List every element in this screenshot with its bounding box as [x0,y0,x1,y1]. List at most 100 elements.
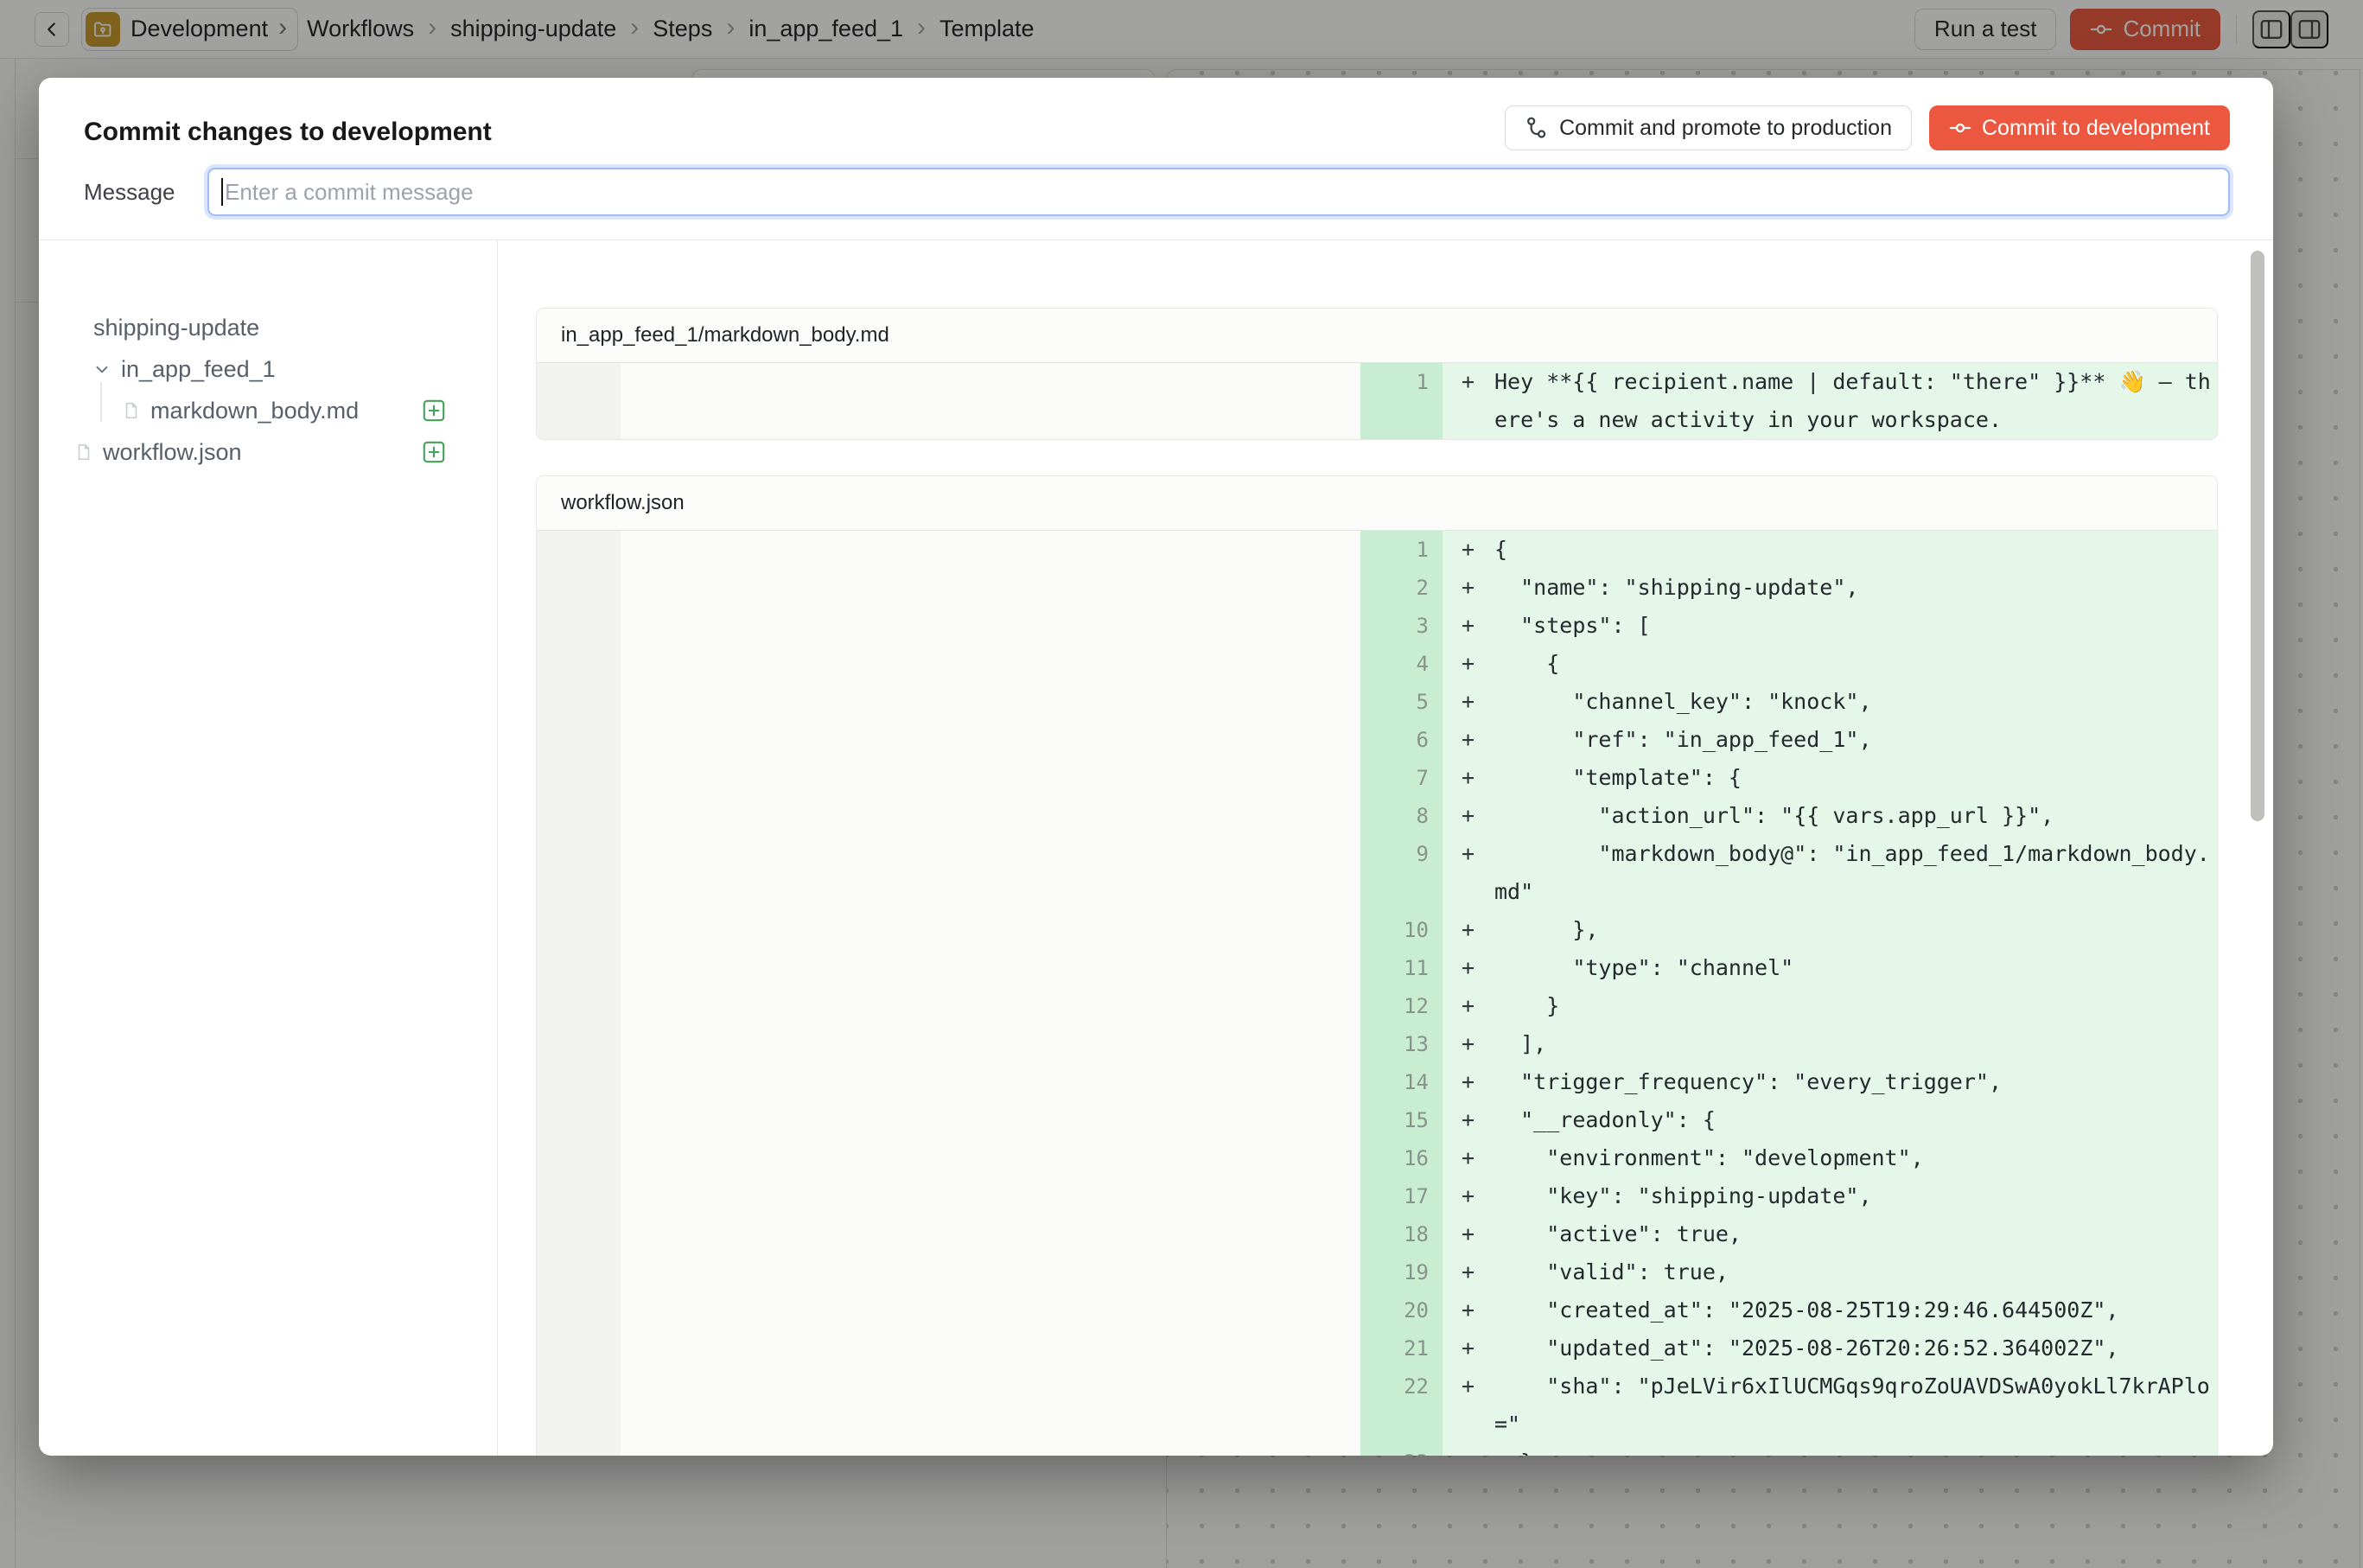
diff-line: 6+ "ref": "in_app_feed_1", [537,721,2217,759]
tree-file-label: workflow.json [103,439,242,466]
diff-new-content: + "name": "shipping-update", [1443,569,2218,607]
diff-added-sign: + [1443,1177,1494,1215]
diff-old-gutter [537,949,621,987]
diff-line-number: 21 [1360,1329,1443,1367]
diff-old-gutter [537,531,621,569]
diff-code-text: "channel_key": "knock", [1494,683,2218,721]
diff-old-content [621,987,1360,1025]
diff-new-content: + "ref": "in_app_feed_1", [1443,721,2218,759]
diff-added-sign: + [1443,721,1494,759]
diff-new-content: + "trigger_frequency": "every_trigger", [1443,1063,2218,1101]
commit-and-promote-button[interactable]: Commit and promote to production [1505,105,1912,150]
diff-added-sign: + [1443,1291,1494,1329]
diff-filename: in_app_feed_1/markdown_body.md [537,309,2217,363]
diff-added-sign: + [1443,1215,1494,1253]
diff-added-sign: + [1443,569,1494,607]
diff-old-content [621,683,1360,721]
diff-code-text: "name": "shipping-update", [1494,569,2218,607]
diff-added-sign: + [1443,607,1494,645]
diff-added-sign: + [1443,363,1494,439]
tree-folder-label: in_app_feed_1 [121,356,276,383]
changed-files-tree: shipping-update in_app_feed_1 markdown_b… [39,240,498,1456]
diff-new-content: + "action_url": "{{ vars.app_url }}", [1443,797,2218,835]
added-file-badge [422,440,446,464]
diff-line-number: 6 [1360,721,1443,759]
diff-old-gutter [537,759,621,797]
diff-old-content [621,1177,1360,1215]
tree-file-label: markdown_body.md [150,398,359,424]
diff-list: in_app_feed_1/markdown_body.md1+Hey **{{… [536,308,2218,1456]
diff-line-number: 3 [1360,607,1443,645]
diff-code-text: "type": "channel" [1494,949,2218,987]
modal-scrollbar[interactable] [2251,251,2264,821]
diff-added-sign: + [1443,911,1494,949]
diff-line-number: 7 [1360,759,1443,797]
diff-code-text: "created_at": "2025-08-25T19:29:46.64450… [1494,1291,2218,1329]
commit-to-development-button[interactable]: Commit to development [1929,105,2230,150]
diff-new-content: + }, [1443,911,2218,949]
diff-old-content [621,645,1360,683]
diff-line-number: 20 [1360,1291,1443,1329]
diff-new-content: + "valid": true, [1443,1253,2218,1291]
commit-modal: Commit changes to development Commit and… [39,78,2273,1456]
diff-new-content: + "created_at": "2025-08-25T19:29:46.644… [1443,1291,2218,1329]
diff-line-number: 18 [1360,1215,1443,1253]
diff-old-gutter [537,1025,621,1063]
diff-old-content [621,911,1360,949]
diff-old-gutter [537,1063,621,1101]
diff-added-sign: + [1443,835,1494,911]
diff-old-content [621,1253,1360,1291]
tree-item-workflow-json[interactable]: workflow.json [73,431,242,473]
diff-new-content: + "type": "channel" [1443,949,2218,987]
diff-added-sign: + [1443,1253,1494,1291]
diff-line-number: 22 [1360,1367,1443,1444]
diff-filename: workflow.json [537,476,2217,531]
commit-message-input[interactable]: Enter a commit message [207,168,2230,216]
diff-code-text: "steps": [ [1494,607,2218,645]
diff-line-number: 8 [1360,797,1443,835]
diff-old-content [621,1291,1360,1329]
diff-old-content [621,531,1360,569]
tree-item-step-folder[interactable]: in_app_feed_1 [92,348,276,390]
diff-line: 2+ "name": "shipping-update", [537,569,2217,607]
diff-old-content [621,1367,1360,1444]
diff-line-number: 23 [1360,1444,1443,1456]
diff-old-gutter [537,1177,621,1215]
diff-code-text: "action_url": "{{ vars.app_url }}", [1494,797,2218,835]
diff-old-gutter [537,1291,621,1329]
diff-old-gutter [537,797,621,835]
diff-new-content: + "active": true, [1443,1215,2218,1253]
commit-icon [1949,117,1971,139]
tree-root-label: shipping-update [93,315,259,341]
diff-line: 20+ "created_at": "2025-08-25T19:29:46.6… [537,1291,2217,1329]
diff-old-content [621,1329,1360,1367]
diff-old-gutter [537,1367,621,1444]
diff-code-text: "environment": "development", [1494,1139,2218,1177]
diff-line: 14+ "trigger_frequency": "every_trigger"… [537,1063,2217,1101]
diff-line-number: 17 [1360,1177,1443,1215]
diff-line: 11+ "type": "channel" [537,949,2217,987]
diff-new-content: + } [1443,987,2218,1025]
diff-old-content [621,1444,1360,1456]
diff-added-sign: + [1443,645,1494,683]
diff-new-content: + "key": "shipping-update", [1443,1177,2218,1215]
tree-item-markdown-body[interactable]: markdown_body.md [121,390,359,431]
chevron-down-icon [92,359,112,379]
tree-item-workflow-root[interactable]: shipping-update [93,307,259,348]
diff-added-sign: + [1443,1063,1494,1101]
diff-line: 1+{ [537,531,2217,569]
diff-line: 19+ "valid": true, [537,1253,2217,1291]
diff-code-text: }, [1494,911,2218,949]
diff-added-sign: + [1443,1139,1494,1177]
diff-old-gutter [537,721,621,759]
diff-code-text: } [1494,1444,2218,1456]
diff-old-content [621,607,1360,645]
diff-old-content [621,949,1360,987]
diff-old-content [621,835,1360,911]
diff-old-gutter [537,1101,621,1139]
diff-line-number: 13 [1360,1025,1443,1063]
diff-line: 3+ "steps": [ [537,607,2217,645]
diff-old-content [621,1215,1360,1253]
diff-line-number: 1 [1360,531,1443,569]
diff-new-content: + "environment": "development", [1443,1139,2218,1177]
